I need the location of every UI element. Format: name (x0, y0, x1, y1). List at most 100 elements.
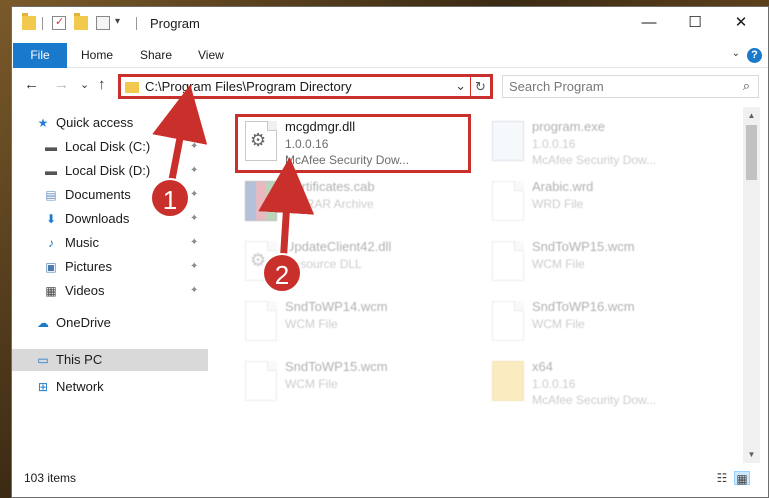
back-button[interactable]: ← (24, 77, 39, 93)
pin-icon: ✦ (190, 237, 199, 248)
refresh-button[interactable]: ↻ (470, 77, 490, 96)
sidebar-item-network[interactable]: ⊞ Network (12, 376, 208, 398)
file-item-arabic-wrd[interactable]: Arabic.wrd WRD File (484, 175, 724, 233)
vertical-scrollbar[interactable]: ▲ ▼ (743, 107, 760, 463)
network-icon: ⊞ (37, 380, 49, 394)
help-icon[interactable]: ? (747, 48, 762, 63)
file-description: McAfee Security Dow... (532, 153, 657, 167)
file-item-sndtowp14[interactable]: SndToWP14.wcm WCM File (237, 295, 477, 353)
customize-toolbar-icon[interactable] (96, 16, 110, 30)
navigation-bar: ← → ⌄ ↑ C:\Program Files\Program Directo… (12, 69, 768, 103)
sidebar-item-label: Videos (65, 283, 105, 298)
recent-locations-icon[interactable]: ⌄ (80, 77, 89, 93)
sidebar-item-label: Downloads (65, 211, 130, 226)
file-icon (245, 361, 277, 401)
archive-icon (245, 181, 277, 221)
sidebar-item-label: Network (56, 379, 104, 394)
search-box[interactable]: ⌕ (502, 75, 759, 98)
scroll-down-icon[interactable]: ▼ (743, 446, 760, 463)
videos-icon: ▦ (45, 284, 57, 298)
search-input[interactable] (509, 78, 729, 95)
drive-icon: ▬ (45, 164, 57, 178)
file-icon (245, 301, 277, 341)
tab-file[interactable]: File (13, 43, 67, 68)
scroll-thumb[interactable] (746, 125, 757, 180)
folder-icon (492, 361, 524, 401)
file-item-sndtowp16[interactable]: SndToWP16.wcm WCM File (484, 295, 724, 353)
tab-view[interactable]: View (198, 43, 224, 68)
address-bar[interactable]: C:\Program Files\Program Directory ⌄ ↻ (118, 74, 493, 99)
documents-icon: ▤ (45, 188, 57, 202)
sidebar-item-onedrive[interactable]: ☁ OneDrive (12, 312, 208, 334)
sidebar-item-label: Local Disk (C:) (65, 139, 151, 154)
maximize-button[interactable]: ☐ (672, 7, 718, 40)
sidebar-item-label: Pictures (65, 259, 112, 274)
step-marker-1: 1 (150, 178, 190, 218)
address-path[interactable]: C:\Program Files\Program Directory (145, 79, 352, 94)
file-name: SndToWP15.wcm (532, 239, 635, 254)
pin-icon: ✦ (190, 189, 199, 200)
details-view-icon[interactable]: ☷ (714, 471, 730, 485)
minimize-button[interactable]: — (626, 7, 672, 40)
sidebar-item-videos[interactable]: ▦ Videos ✦ (12, 280, 208, 302)
folder-icon (22, 13, 36, 30)
file-version: 1.0.0.16 (532, 377, 576, 391)
sidebar-item-local-disk-c[interactable]: ▬ Local Disk (C:) ✦ (12, 136, 208, 158)
step-marker-2: 2 (262, 253, 302, 293)
address-dropdown-icon[interactable]: ⌄ (455, 78, 466, 94)
tiles-view-icon[interactable]: ▦ (734, 471, 750, 486)
file-type: WinRAR Archive (285, 197, 374, 211)
new-folder-icon[interactable] (74, 13, 88, 30)
file-name: program.exe (532, 119, 605, 134)
pictures-icon: ▣ (45, 260, 57, 274)
file-icon (492, 181, 524, 221)
up-button[interactable]: ↑ (98, 77, 106, 93)
divider (42, 17, 43, 30)
sidebar-item-label: Documents (65, 187, 131, 202)
sidebar-item-this-pc[interactable]: ▭ This PC (12, 349, 208, 371)
downloads-icon: ⬇ (45, 212, 57, 226)
search-icon[interactable]: ⌕ (743, 78, 750, 94)
file-name: SndToWP15.wcm (285, 359, 388, 374)
sidebar-item-music[interactable]: ♪ Music ✦ (12, 232, 208, 254)
music-icon: ♪ (48, 236, 54, 250)
window-title: Program (150, 16, 200, 31)
sidebar-item-local-disk-d[interactable]: ▬ Local Disk (D:) ✦ (12, 160, 208, 182)
ribbon-tabs: File Home Share View ⌄ ? (12, 40, 768, 68)
file-name: Arabic.wrd (532, 179, 594, 194)
pin-icon: ✦ (190, 165, 199, 176)
properties-icon[interactable] (52, 15, 66, 30)
file-description: McAfee Security Dow... (532, 393, 657, 407)
pc-icon: ▭ (37, 353, 49, 367)
scroll-up-icon[interactable]: ▲ (743, 107, 760, 124)
file-item-sndtowp15-a[interactable]: SndToWP15.wcm WCM File (484, 235, 724, 293)
navigation-pane: ★ Quick access ▬ Local Disk (C:) ✦ ▬ Loc… (12, 107, 208, 463)
exe-icon (492, 121, 524, 161)
cloud-icon: ☁ (37, 316, 49, 330)
drive-icon: ▬ (45, 140, 57, 154)
sidebar-item-label: This PC (56, 352, 103, 367)
item-count: 103 items (24, 471, 77, 485)
sidebar-item-pictures[interactable]: ▣ Pictures ✦ (12, 256, 208, 278)
file-item-x64[interactable]: x64 1.0.0.16 McAfee Security Dow... (484, 355, 724, 413)
file-item-certificates-cab[interactable]: Certificates.cab WinRAR Archive (237, 175, 477, 233)
pin-icon: ✦ (190, 285, 199, 296)
expand-ribbon-icon[interactable]: ⌄ (732, 48, 740, 59)
tab-home[interactable]: Home (81, 43, 113, 68)
file-item-program-exe[interactable]: program.exe 1.0.0.16 McAfee Security Dow… (484, 115, 724, 173)
close-button[interactable]: ✕ (718, 7, 764, 40)
sidebar-item-label: OneDrive (56, 315, 111, 330)
tab-share[interactable]: Share (140, 43, 172, 68)
qat-dropdown-icon[interactable]: ▾ (115, 16, 120, 27)
sidebar-item-label: Music (65, 235, 99, 250)
file-item-sndtowp15-b[interactable]: SndToWP15.wcm WCM File (237, 355, 477, 413)
pin-icon: ✦ (190, 261, 199, 272)
file-name: SndToWP14.wcm (285, 299, 388, 314)
forward-button[interactable]: → (54, 77, 69, 93)
explorer-window: ▾ Program — ☐ ✕ File Home Share View ⌄ ?… (11, 6, 769, 498)
title-bar: ▾ Program — ☐ ✕ (12, 7, 768, 40)
sidebar-item-label: Local Disk (D:) (65, 163, 151, 178)
sidebar-item-label: Quick access (56, 115, 134, 130)
file-type: WCM File (285, 317, 338, 331)
sidebar-item-quick-access[interactable]: ★ Quick access (12, 112, 208, 134)
